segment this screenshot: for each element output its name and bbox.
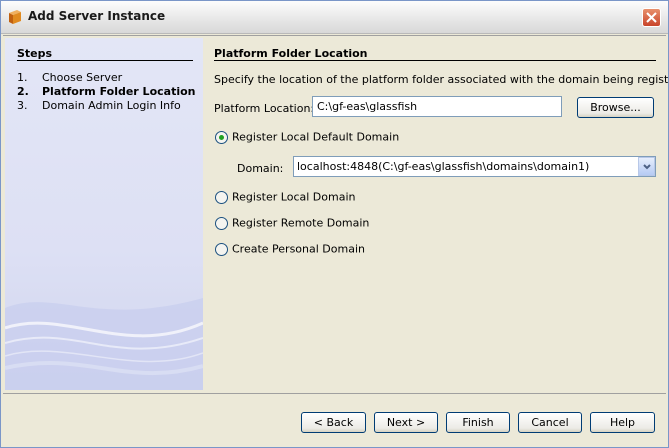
step-platform-folder-location: 2. Platform Folder Location [17, 85, 195, 98]
step-number: 3. [17, 99, 28, 112]
button-bar: < Back Next > Finish Cancel Help [1, 394, 668, 447]
help-button[interactable]: Help [590, 412, 655, 433]
radio-register-local-default-domain[interactable]: Register Local Default Domain [215, 130, 399, 144]
steps-panel: Steps 1. Choose Server 2. Platform Folder … [5, 38, 203, 390]
app-icon [7, 9, 23, 25]
close-button[interactable] [642, 8, 661, 27]
step-domain-admin-login: 3. Domain Admin Login Info [17, 99, 181, 112]
dialog-window: Add Server Instance Steps 1. Choose Serv… [0, 0, 669, 448]
step-number: 2. [17, 85, 29, 98]
window-title: Add Server Instance [28, 9, 166, 23]
wizard-content: Steps 1. Choose Server 2. Platform Folder … [3, 35, 668, 394]
swirl-decoration [5, 298, 203, 390]
radio-label: Create Personal Domain [232, 242, 365, 256]
main-panel: Platform Folder Location Specify the loc… [213, 38, 668, 390]
dropdown-arrow-button[interactable] [638, 157, 655, 176]
domain-select[interactable]: localhost:4848(C:\gf-eas\glassfish\domai… [293, 156, 656, 177]
radio-label: Register Local Domain [232, 190, 356, 204]
description-text: Specify the location of the platform fol… [214, 73, 669, 86]
section-title: Platform Folder Location [214, 47, 368, 60]
step-label: Platform Folder Location [42, 85, 196, 98]
step-number: 1. [17, 71, 28, 84]
radio-selected-icon[interactable] [215, 130, 228, 144]
platform-location-label: Platform Location: [214, 102, 315, 115]
domain-label: Domain: [237, 162, 284, 175]
cancel-button[interactable]: Cancel [518, 412, 582, 433]
finish-button[interactable]: Finish [446, 412, 510, 433]
radio-label: Register Local Default Domain [232, 130, 400, 144]
browse-button[interactable]: Browse... [577, 97, 654, 118]
back-button[interactable]: < Back [301, 412, 366, 433]
radio-label: Register Remote Domain [232, 216, 370, 230]
step-label: Choose Server [42, 71, 123, 84]
chevron-down-icon [643, 164, 651, 170]
step-label: Domain Admin Login Info [42, 99, 181, 112]
radio-unselected-icon[interactable] [215, 216, 228, 230]
radio-create-personal-domain[interactable]: Create Personal Domain [215, 242, 365, 256]
radio-register-remote-domain[interactable]: Register Remote Domain [215, 216, 369, 230]
radio-register-local-domain[interactable]: Register Local Domain [215, 190, 355, 204]
platform-location-input[interactable]: C:\gf-eas\glassfish [312, 96, 562, 117]
domain-select-value: localhost:4848(C:\gf-eas\glassfish\domai… [297, 160, 590, 173]
title-bar[interactable]: Add Server Instance [1, 1, 668, 34]
radio-unselected-icon[interactable] [215, 190, 228, 204]
step-choose-server: 1. Choose Server [17, 71, 122, 84]
steps-title: Steps [17, 47, 53, 60]
steps-divider [17, 60, 193, 61]
section-divider [214, 60, 656, 61]
next-button[interactable]: Next > [374, 412, 438, 433]
radio-unselected-icon[interactable] [215, 242, 228, 256]
